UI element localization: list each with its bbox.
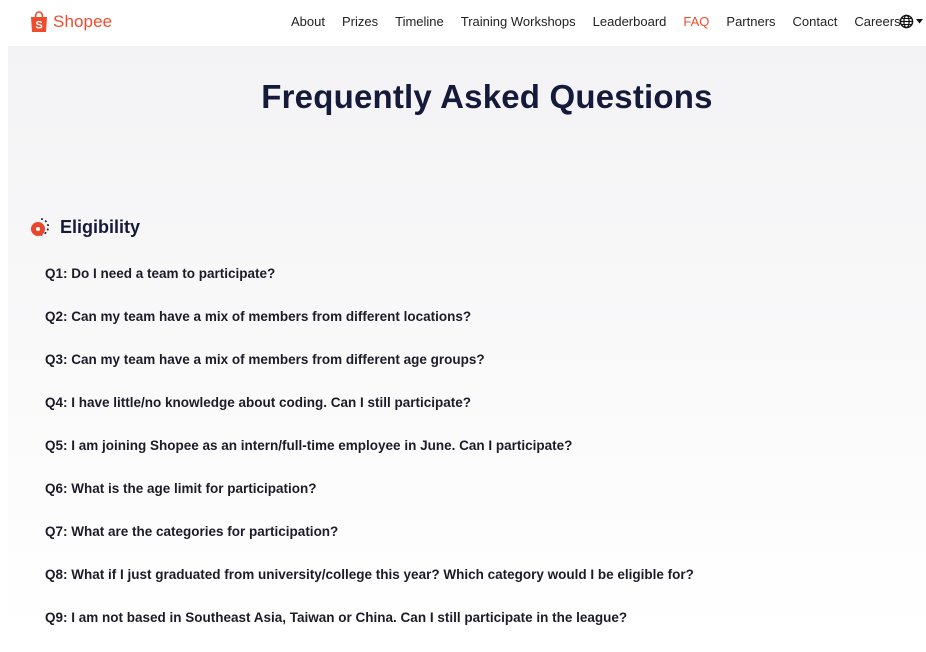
nav-partners[interactable]: Partners: [726, 14, 775, 29]
brand-name: Shopee: [53, 12, 113, 31]
faq-question-7[interactable]: Q7: What are the categories for particip…: [45, 523, 694, 566]
section-title: Eligibility: [60, 216, 141, 237]
nav-leaderboard[interactable]: Leaderboard: [593, 14, 667, 29]
nav-timeline[interactable]: Timeline: [395, 14, 444, 29]
nav-contact[interactable]: Contact: [793, 14, 838, 29]
nav-training-workshops[interactable]: Training Workshops: [461, 14, 576, 29]
faq-content: Frequently Asked Questions Eligibility Q…: [8, 46, 926, 633]
faq-question-3[interactable]: Q3: Can my team have a mix of members fr…: [45, 351, 694, 394]
faq-question-1[interactable]: Q1: Do I need a team to participate?: [45, 265, 694, 308]
language-selector[interactable]: [899, 14, 923, 29]
faq-question-2[interactable]: Q2: Can my team have a mix of members fr…: [45, 308, 694, 351]
eligibility-icon: [31, 218, 49, 236]
chevron-down-icon: [916, 19, 923, 24]
nav-prizes[interactable]: Prizes: [342, 14, 378, 29]
faq-question-5[interactable]: Q5: I am joining Shopee as an intern/ful…: [45, 437, 694, 480]
faq-question-8[interactable]: Q8: What if I just graduated from univer…: [45, 566, 694, 609]
page-title: Frequently Asked Questions: [261, 78, 713, 115]
globe-icon: [899, 14, 914, 29]
nav-faq[interactable]: FAQ: [683, 14, 709, 29]
main-nav: About Prizes Timeline Training Workshops…: [291, 14, 918, 29]
faq-question-9[interactable]: Q9: I am not based in Southeast Asia, Ta…: [45, 609, 694, 652]
top-navigation-bar: S Shopee About Prizes Timeline Training …: [0, 0, 926, 46]
shopee-logo[interactable]: S Shopee: [30, 11, 112, 33]
nav-careers[interactable]: Careers: [854, 14, 900, 29]
svg-text:S: S: [35, 20, 42, 32]
section-header-eligibility: Eligibility: [30, 216, 140, 238]
faq-question-4[interactable]: Q4: I have little/no knowledge about cod…: [45, 394, 694, 437]
faq-question-6[interactable]: Q6: What is the age limit for participat…: [45, 480, 694, 523]
faq-question-list: Q1: Do I need a team to participate? Q2:…: [45, 265, 694, 652]
nav-about[interactable]: About: [291, 14, 325, 29]
shopee-bag-icon: S: [31, 11, 47, 32]
